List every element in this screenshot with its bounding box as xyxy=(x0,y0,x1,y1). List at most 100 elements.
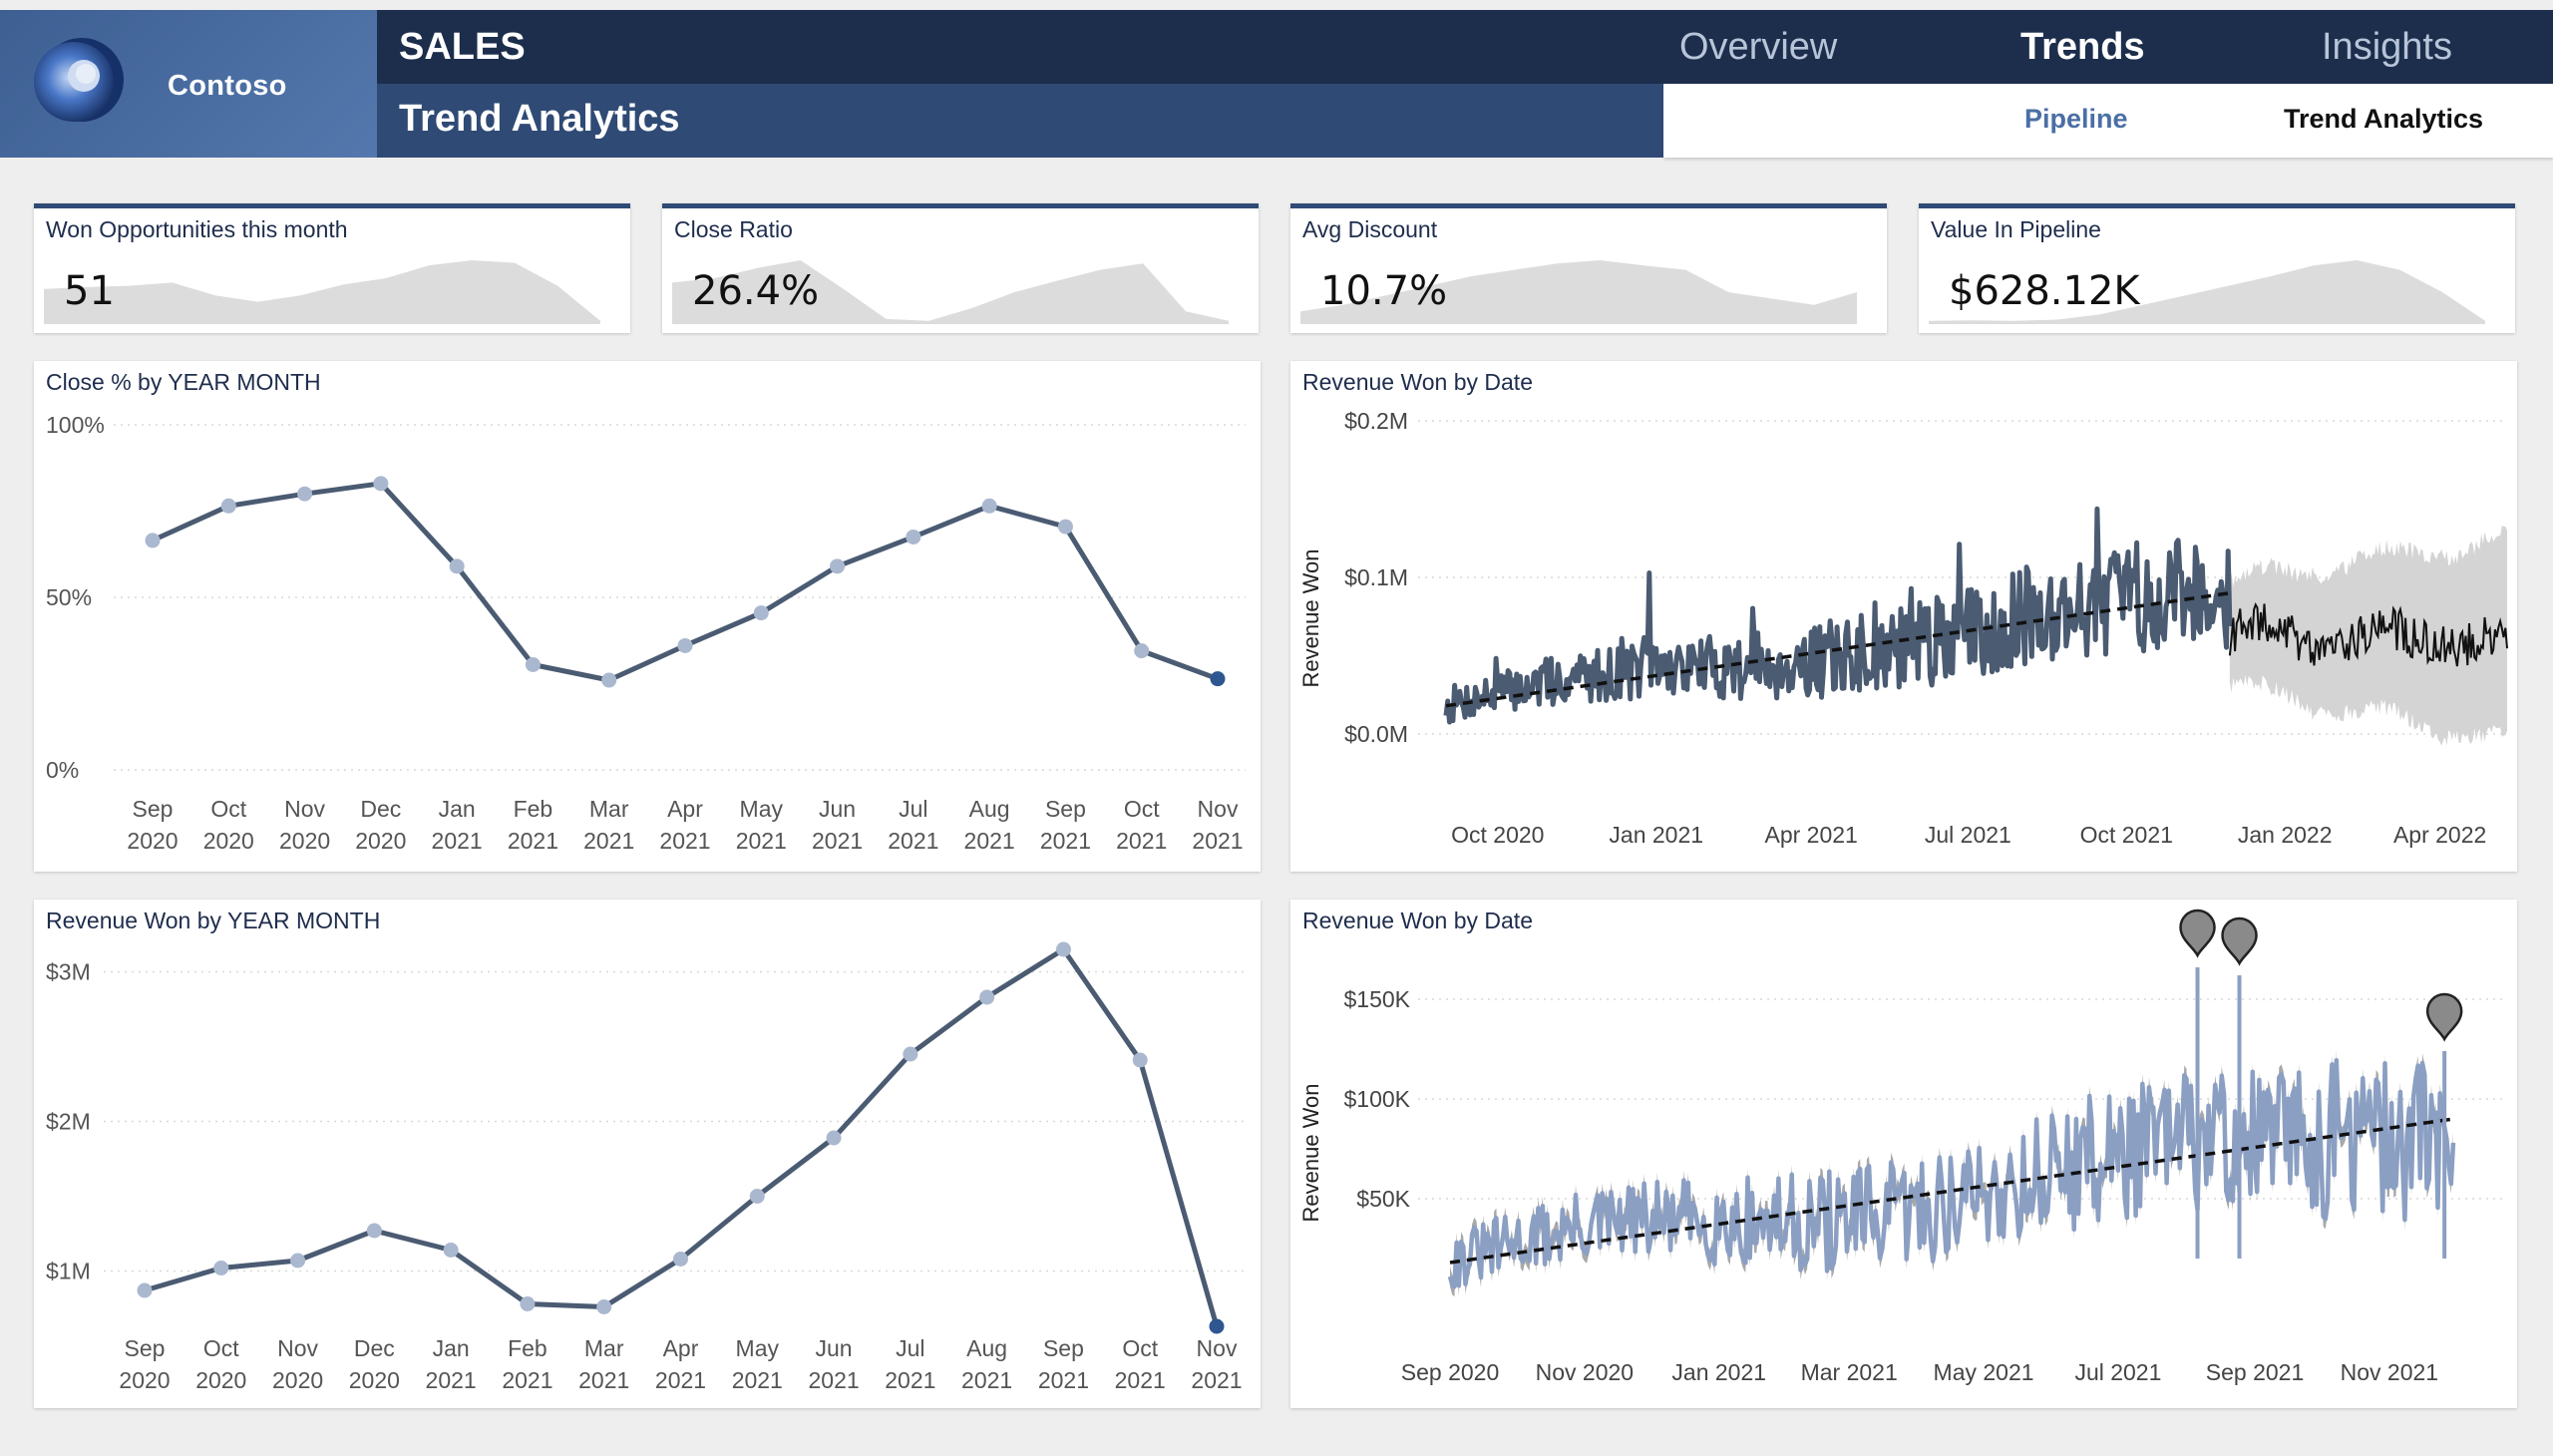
x-tick-label: Oct xyxy=(1124,796,1160,822)
data-point xyxy=(220,498,236,514)
revenue-month-chart: $1M $2M $3M Sep 2020 Oct 2020 Nov 2020 Dec 2020 Jan… xyxy=(46,941,1246,1393)
contoso-logo-icon xyxy=(34,38,124,122)
y-tick-label: $0.1M xyxy=(1344,564,1408,590)
x-tick-label: 2020 xyxy=(279,828,330,854)
x-tick-label: Dec xyxy=(354,1335,395,1361)
kpi-card-close-ratio[interactable]: Close Ratio 26.4% xyxy=(662,203,1259,333)
data-point xyxy=(979,989,995,1005)
tab-overview[interactable]: Overview xyxy=(1679,26,1837,69)
y-tick-label: 100% xyxy=(46,412,105,438)
data-point xyxy=(749,1189,765,1204)
data-point xyxy=(753,605,769,621)
tab-insights[interactable]: Insights xyxy=(2322,26,2452,69)
x-tick-label: Aug xyxy=(966,1335,1007,1361)
data-point xyxy=(981,498,997,514)
revenue-forecast-chart: $0.0M $0.1M $0.2M Oct 2020 Jan 2021 Apr 2021 J… xyxy=(1298,408,2508,848)
data-point xyxy=(596,1299,612,1314)
kpi-card-avg-discount[interactable]: Avg Discount 10.7% xyxy=(1290,203,1887,333)
x-tick-label: Sep 2020 xyxy=(1401,1359,1499,1385)
data-point xyxy=(137,1282,153,1298)
x-tick-label: 2021 xyxy=(1192,828,1243,854)
data-point xyxy=(1209,1318,1225,1334)
x-tick-label: 2021 xyxy=(426,1367,477,1393)
x-tick-label: 2021 xyxy=(655,1367,706,1393)
kpi-title: Won Opportunities this month xyxy=(46,216,348,242)
data-point xyxy=(1132,1052,1148,1068)
data-point xyxy=(443,1243,459,1258)
data-point xyxy=(449,558,465,574)
brand-name: Contoso xyxy=(168,70,287,102)
y-tick-label: $1M xyxy=(46,1259,91,1284)
subtab-trend-analytics[interactable]: Trend Analytics xyxy=(2284,104,2483,135)
y-tick-label: $50K xyxy=(1356,1186,1410,1212)
kpi-title: Avg Discount xyxy=(1302,216,1438,242)
data-point xyxy=(373,476,389,492)
x-tick-label: 2021 xyxy=(812,828,863,854)
sparkline-area xyxy=(44,260,600,324)
x-tick-label: 2021 xyxy=(432,828,483,854)
x-tick-label: 2020 xyxy=(127,828,178,854)
data-point xyxy=(1055,941,1071,957)
close-pct-chart-panel[interactable]: 0% 50% 100% Sep 2020 Oct 2020 Nov 2020 Dec 2020 Jan… xyxy=(34,361,1261,872)
y-tick-label: 0% xyxy=(46,757,79,783)
x-tick-label: 2020 xyxy=(203,828,254,854)
anomaly-marker-icon xyxy=(2221,916,2258,966)
subtab-pipeline[interactable]: Pipeline xyxy=(2024,104,2128,135)
x-tick-label: Nov xyxy=(284,796,325,822)
anomaly-marker-icon xyxy=(2179,909,2216,958)
x-tick-label: Nov xyxy=(277,1335,318,1361)
y-axis-label: Revenue Won xyxy=(1298,548,1323,687)
x-tick-label: Mar xyxy=(584,1335,624,1361)
data-point xyxy=(145,533,161,548)
revenue-month-chart-panel[interactable]: $1M $2M $3M Sep 2020 Oct 2020 Nov 2020 Dec 2020 Jan… xyxy=(34,900,1261,1408)
chart-title: Revenue Won by Date xyxy=(1302,369,1533,395)
x-tick-label: Jun xyxy=(819,796,856,822)
y-tick-label: $0.0M xyxy=(1344,721,1408,747)
anomaly-marker-icon xyxy=(2425,992,2463,1042)
x-tick-label: Feb xyxy=(514,796,553,822)
x-tick-label: 2021 xyxy=(1115,1367,1166,1393)
x-tick-label: Nov xyxy=(1197,1335,1238,1361)
data-point xyxy=(213,1261,229,1275)
kpi-card-value-in-pipeline[interactable]: Value In Pipeline $628.12K xyxy=(1919,203,2515,333)
x-tick-label: May 2021 xyxy=(1934,1359,2034,1385)
x-tick-label: 2020 xyxy=(195,1367,246,1393)
actual-series-line xyxy=(1443,506,2233,725)
kpi-card-won-opportunities[interactable]: Won Opportunities this month 51 xyxy=(34,203,630,333)
data-point xyxy=(906,529,921,545)
y-tick-label: $100K xyxy=(1343,1086,1410,1112)
close-pct-chart: 0% 50% 100% Sep 2020 Oct 2020 Nov 2020 Dec 2020 Jan… xyxy=(46,412,1246,854)
revenue-anomaly-chart: $50K $100K $150K Sep 2020 Nov 2020 Jan 2021 Ma… xyxy=(1298,909,2502,1385)
x-tick-label: Sep xyxy=(125,1335,166,1361)
revenue-forecast-chart-panel[interactable]: $0.0M $0.1M $0.2M Oct 2020 Jan 2021 Apr 2021 J… xyxy=(1290,361,2517,872)
x-tick-label: Dec xyxy=(360,796,401,822)
data-point xyxy=(1210,671,1226,687)
data-point xyxy=(830,558,846,574)
chart-title: Close % by YEAR MONTH xyxy=(46,369,321,395)
x-tick-label: Sep xyxy=(133,796,174,822)
data-point xyxy=(366,1223,382,1239)
x-tick-label: Jul xyxy=(896,1335,924,1361)
kpi-value: $628.12K xyxy=(1949,268,2140,314)
x-tick-label: 2021 xyxy=(578,1367,629,1393)
y-axis-label: Revenue Won xyxy=(1298,1083,1323,1222)
x-tick-label: Jan xyxy=(439,796,476,822)
x-tick-label: Jun xyxy=(816,1335,853,1361)
data-point xyxy=(673,1252,688,1267)
x-tick-label: Jul xyxy=(899,796,927,822)
y-tick-label: $150K xyxy=(1343,986,1410,1012)
x-tick-label: 2021 xyxy=(808,1367,859,1393)
y-tick-label: $0.2M xyxy=(1344,408,1408,434)
x-tick-label: Mar 2021 xyxy=(1801,1359,1898,1385)
subnav-bar: Pipeline Trend Analytics xyxy=(1663,84,2553,158)
kpi-value: 10.7% xyxy=(1320,268,1448,314)
chart-title: Revenue Won by Date xyxy=(1302,908,1533,933)
y-tick-label: $3M xyxy=(46,959,91,985)
revenue-anomaly-chart-panel[interactable]: $50K $100K $150K Sep 2020 Nov 2020 Jan 2021 Ma… xyxy=(1290,900,2517,1408)
x-tick-label: Apr xyxy=(663,1335,699,1361)
x-tick-label: Apr xyxy=(667,796,703,822)
x-tick-label: Aug xyxy=(969,796,1010,822)
x-tick-label: Oct 2020 xyxy=(1451,822,1544,848)
x-tick-label: 2021 xyxy=(583,828,634,854)
tab-trends[interactable]: Trends xyxy=(2020,26,2145,69)
